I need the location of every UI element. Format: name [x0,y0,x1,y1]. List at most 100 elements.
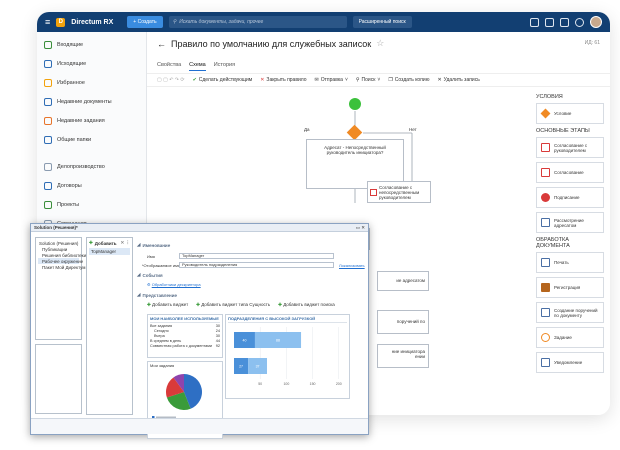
close-icon[interactable]: ✕ ⋮ [120,240,130,246]
entity-list[interactable]: ✚ Добавить ✕ ⋮ TopManager [86,237,133,415]
naming-label: Именование [142,242,171,248]
folder-icon [44,181,52,190]
tree-node[interactable]: Solution (Решения) [38,240,79,246]
palette-condition[interactable]: Условие [536,103,604,124]
send-icon: ✉ [314,77,319,83]
review-block-partial[interactable]: ие адресатом [377,271,429,291]
sidebar-item[interactable]: Недавние задания [37,111,146,130]
palette-processing-label: Регистрация [554,285,581,290]
start-node[interactable] [349,98,361,110]
sidebar-item[interactable]: Входящие [37,35,146,54]
palette-create-orders[interactable]: Создание поручений по документу [536,302,604,323]
delete-record-label: Удалить запись [443,77,480,83]
sidebar-item[interactable]: Делопроизводство [37,157,146,176]
editor-content: ◢ Именование Имя TopManager *Отображаемо… [137,236,365,439]
globe-icon[interactable] [560,17,569,27]
folder-icon [44,162,52,171]
orders-block-partial[interactable]: поручений по [377,310,429,334]
localize-link[interactable]: Локализовать [339,263,365,268]
palette-stage-approval[interactable]: Согласование [536,162,604,183]
back-icon[interactable]: ← [157,39,166,49]
folder-icon [44,200,52,209]
sidebar-item[interactable]: Договоры [37,176,146,195]
sidebar-item[interactable]: Избранное [37,73,146,92]
events-link[interactable]: ⚙ Обработчики дескриптора [147,282,201,287]
tab-properties[interactable]: Свойства [157,62,181,71]
refresh-icon[interactable] [530,17,539,27]
send-button[interactable]: ✉ Отправка ˅ [315,77,348,83]
save-icon[interactable]: ▢ ▢ ↶ ↷ ⟳ [157,77,185,83]
menu-icon[interactable]: ≡ [45,17,50,27]
seal-icon [541,193,550,202]
view-section[interactable]: ◢ Представление [137,292,177,298]
mail-icon[interactable] [545,17,554,27]
window-controls[interactable]: ▭ ✕ [356,225,365,231]
add-widget-button[interactable]: ✚ Добавить виджет [147,302,188,308]
row-label: Сегодня [154,328,169,333]
x-tick-label: 200 [336,382,342,386]
search-placeholder: Искать документы, задачи, прочее [179,19,264,25]
search-button[interactable]: ⚲ Поиск ˅ [356,77,380,83]
yes-label: Да [304,127,310,132]
name-field[interactable]: TopManager [179,253,334,259]
sidebar-item[interactable]: Общие папки [37,130,146,149]
create-copy-button[interactable]: ❐ Создать копию [388,77,429,83]
tab-scheme[interactable]: Схема [189,62,206,71]
list-item[interactable]: Совместная работа с документами 92 [150,343,220,348]
tree-node[interactable]: Рабочее окружение [38,258,83,264]
add-widget-search-label: Добавить виджет поиска [283,302,335,307]
palette-print[interactable]: Печать [536,252,604,273]
approval-manager-block[interactable]: Согласование с непосредственным руководи… [367,181,431,203]
list-item[interactable]: TopManager [89,248,130,255]
star-icon[interactable]: ☆ [376,38,384,49]
tab-history[interactable]: История [214,62,235,71]
x-tick-label: 100 [283,382,289,386]
add-widget-type-label: Добавить виджет типа Сущность [201,302,271,307]
palette-processing-label: Печать [554,260,569,265]
palette-stage-signing[interactable]: Подписание [536,187,604,208]
logo-icon: D [56,17,66,27]
page-title: ← Правило по умолчанию для служебных зап… [157,38,384,49]
widget-most-used[interactable]: МОИ НАИБОЛЕЕ ИСПОЛЬЗУЕМЫЕ ДОКУ... Все за… [147,314,223,358]
palette-stage-manager-approval[interactable]: Согласование с руководителем [536,137,604,158]
folder-icon [44,40,52,49]
search-label: Поиск [361,77,376,83]
add-button[interactable]: Добавить [95,241,117,246]
events-section[interactable]: ◢ События [137,272,163,278]
initiator-label-2: ении [414,354,425,359]
palette-stage-review[interactable]: Рассмотрение адресатом [536,212,604,233]
palette-registration[interactable]: Регистрация [536,277,604,298]
tree-node[interactable]: Решения библиотеки [38,252,86,258]
add-icon: ✚ [278,302,282,307]
help-icon[interactable] [575,17,584,27]
palette-notification[interactable]: Уведомление [536,352,604,373]
status-bar [31,418,368,434]
palette-task[interactable]: Задание [536,327,604,348]
add-widget-search-button[interactable]: ✚ Добавить виджет поиска [278,302,335,308]
naming-section[interactable]: ◢ Именование [137,242,170,248]
sidebar-item[interactable]: Исходящие [37,54,146,73]
events-link-label: Обработчики дескриптора [151,282,201,287]
row-label: Все задания [150,323,173,328]
sidebar-item[interactable]: Проекты [37,195,146,214]
row-value: 30 [215,333,220,338]
sidebar-item-label: Входящие [57,41,84,48]
make-active-button[interactable]: ✔ Сделать действующим [193,77,253,83]
approval-icon [541,143,550,152]
search-input[interactable]: ⚲ Искать документы, задачи, прочее [168,16,347,28]
solution-tree[interactable]: Solution (Решения) Публикации Решения библ… [35,237,86,340]
advanced-search-button[interactable]: Расширенный поиск [352,16,412,28]
tree-node[interactable]: Пакет Мой Директум [38,264,85,270]
create-button[interactable]: + Создать [127,16,163,28]
delete-record-button[interactable]: ✕ Удалить запись [437,77,479,83]
row-value: 44 [215,338,220,343]
avatar[interactable] [590,16,602,28]
initiator-block-partial[interactable]: ние инициатора ении [377,344,429,368]
close-rule-button[interactable]: ✕ Закрыть правило [260,77,306,83]
name-label: Имя [147,254,155,259]
sidebar-item[interactable]: Недавние документы [37,92,146,111]
widget-high-load[interactable]: ПОДРАЗДЕЛЕНИЯ С ВЫСОКОЙ ЗАГРУЗКОЙ 50 100 1… [225,314,350,399]
add-widget-type-button[interactable]: ✚ Добавить виджет типа Сущность [196,302,270,308]
display-name-field[interactable]: Руководитель подразделения [179,262,334,268]
palette-conditions-header: УСЛОВИЯ [536,94,563,100]
